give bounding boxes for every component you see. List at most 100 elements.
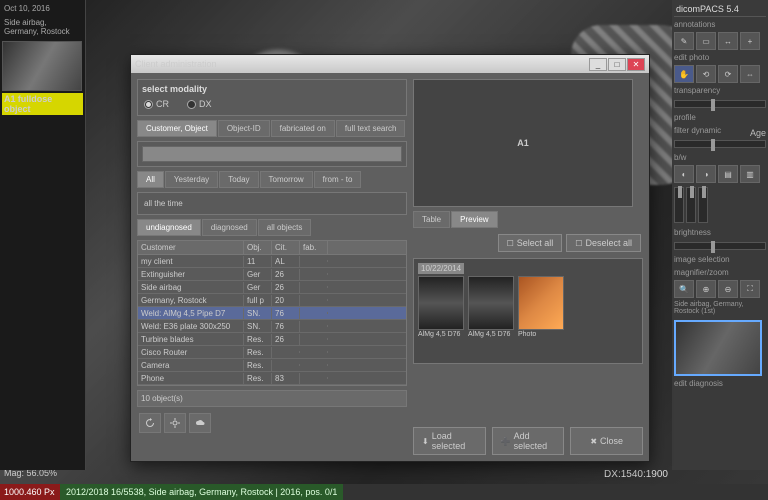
thumb-date: Oct 10, 2016 (2, 2, 83, 16)
radio-cr[interactable]: CR (144, 99, 169, 109)
tool-btn[interactable]: ⟲ (696, 65, 716, 83)
zoom-tool[interactable]: ⊕ (696, 280, 716, 298)
search-input[interactable] (142, 146, 402, 162)
tab-preview-view[interactable]: Preview (451, 211, 497, 228)
table-row[interactable]: PhoneRes.83 (138, 372, 406, 385)
tab-time-tomorrow[interactable]: Tomorrow (260, 171, 313, 188)
thumbs-date: 10/22/2014 (418, 263, 464, 274)
vert-slider-2[interactable] (686, 187, 696, 223)
section-diagnosis: edit diagnosis (674, 378, 766, 389)
maximize-button[interactable]: □ (608, 58, 626, 71)
load-selected-button[interactable]: ⬇ Load selected (413, 427, 486, 455)
hand-tool-icon[interactable]: ✋ (674, 65, 694, 83)
app-title: dicomPACS 5.4 (674, 2, 766, 17)
bw-tool[interactable]: ◐ (674, 165, 694, 183)
overlay-mag: Mag: 56.05% (4, 468, 57, 480)
tab-all-objects[interactable]: all objects (258, 219, 312, 236)
transparency-slider[interactable] (674, 100, 766, 108)
search-tabs: Customer, Object Object-ID fabricated on… (137, 120, 407, 137)
section-edit-photo: edit photo (674, 52, 766, 63)
add-selected-button[interactable]: ➕ Add selected (492, 427, 565, 455)
radio-dx[interactable]: DX (187, 99, 212, 109)
tab-fabricated-on[interactable]: fabricated on (271, 120, 335, 137)
thumb-location: Side airbag, Germany, Rostock (2, 16, 83, 39)
deselect-all-button[interactable]: ☐ Deselect all (566, 234, 641, 252)
thumbnail-image[interactable] (2, 41, 82, 91)
zoom-tool[interactable]: ⊖ (718, 280, 738, 298)
vert-slider-1[interactable] (674, 187, 684, 223)
section-magnifier: magnifier/zoom (674, 267, 766, 278)
table-row[interactable]: CameraRes. (138, 359, 406, 372)
section-profile: profile (674, 112, 766, 123)
dialog-titlebar[interactable]: Client administration _ □ ✕ (131, 55, 649, 73)
filter-slider[interactable] (674, 140, 766, 148)
diag-tabs: undiagnosed diagnosed all objects (137, 219, 407, 236)
client-admin-dialog: Client administration _ □ ✕ select modal… (130, 54, 650, 462)
thumbnail-label: A1 fulldose object (2, 93, 83, 115)
zoom-tool[interactable]: ⛶ (740, 280, 760, 298)
bw-tool[interactable]: ◑ (696, 165, 716, 183)
tab-time-all[interactable]: All (137, 171, 164, 188)
tab-diagnosed[interactable]: diagnosed (202, 219, 257, 236)
close-button[interactable]: ✕ (627, 58, 645, 71)
thumb-item[interactable]: AlMg 4,5 D76 (468, 276, 514, 338)
table-row[interactable]: my client11AL (138, 255, 406, 268)
tool-btn[interactable]: ⇔ (740, 65, 760, 83)
section-transparency: transparency (674, 85, 766, 96)
results-table: Customer Obj. Cit. fab. my client11ALExt… (137, 240, 407, 386)
table-row[interactable]: Cisco RouterRes. (138, 346, 406, 359)
age-label: Age (750, 128, 766, 138)
col-fab[interactable]: fab. (300, 241, 328, 254)
result-count: 10 object(s) (137, 390, 407, 407)
tab-table-view[interactable]: Table (413, 211, 450, 228)
table-row[interactable]: Weld: E36 plate 300x250SN.76 (138, 320, 406, 333)
vert-slider-3[interactable] (698, 187, 708, 223)
tool-btn[interactable]: ▭ (696, 32, 716, 50)
status-right (752, 490, 768, 494)
select-all-button[interactable]: ☐ Select all (498, 234, 563, 252)
time-tabs: All Yesterday Today Tomorrow from - to (137, 171, 407, 188)
preview-image: A1 (413, 79, 633, 207)
tab-fulltext[interactable]: full text search (336, 120, 406, 137)
col-obj[interactable]: Obj. (244, 241, 272, 254)
tab-customer-object[interactable]: Customer, Object (137, 120, 217, 137)
panel-thumbnail[interactable] (674, 320, 762, 376)
table-row[interactable]: Turbine bladesRes.26 (138, 333, 406, 346)
tool-btn[interactable]: ⟳ (718, 65, 738, 83)
col-cit[interactable]: Cit. (272, 241, 300, 254)
table-row[interactable]: Germany, Rostockfull p20 (138, 294, 406, 307)
bw-tool[interactable]: ▥ (740, 165, 760, 183)
section-image-selection: image selection (674, 254, 766, 265)
right-tool-panel: dicomPACS 5.4 annotations ✎ ▭ ↔ + edit p… (672, 0, 768, 470)
table-row[interactable]: Weld: AlMg 4,5 Pipe D7SN.76 (138, 307, 406, 320)
tab-time-range[interactable]: from - to (314, 171, 362, 188)
brightness-slider[interactable] (674, 242, 766, 250)
bw-tool[interactable]: ▤ (718, 165, 738, 183)
tab-undiagnosed[interactable]: undiagnosed (137, 219, 201, 236)
settings-icon[interactable] (164, 413, 186, 433)
tab-object-id[interactable]: Object-ID (218, 120, 270, 137)
panel-thumb-title: Side airbag, Germany, Rostock (1st) (674, 300, 766, 316)
zoom-tool[interactable]: 🔍 (674, 280, 694, 298)
section-annotations: annotations (674, 19, 766, 30)
table-row[interactable]: ExtinguisherGer26 (138, 268, 406, 281)
tool-btn[interactable]: ✎ (674, 32, 694, 50)
tool-btn[interactable]: ↔ (718, 32, 738, 50)
thumbnail-area: 10/22/2014 AlMg 4,5 D76 AlMg 4,5 D76 Pho… (413, 258, 643, 364)
modality-label: select modality (142, 84, 402, 94)
cloud-icon[interactable] (189, 413, 211, 433)
tab-time-yesterday[interactable]: Yesterday (165, 171, 218, 188)
col-customer[interactable]: Customer (138, 241, 244, 254)
thumb-item[interactable]: AlMg 4,5 D76 (418, 276, 464, 338)
minimize-button[interactable]: _ (589, 58, 607, 71)
dialog-close-button[interactable]: ✖ Close (570, 427, 643, 455)
section-brightness: brightness (674, 227, 766, 238)
tool-btn[interactable]: + (740, 32, 760, 50)
refresh-icon[interactable] (139, 413, 161, 433)
table-row[interactable]: Side airbagGer26 (138, 281, 406, 294)
section-bw: b/w (674, 152, 766, 163)
thumb-item[interactable]: Photo (518, 276, 564, 338)
tab-time-today[interactable]: Today (219, 171, 258, 188)
dialog-title: Client administration (135, 59, 217, 69)
status-path: 2012/2018 16/5538, Side airbag, Germany,… (60, 484, 343, 500)
